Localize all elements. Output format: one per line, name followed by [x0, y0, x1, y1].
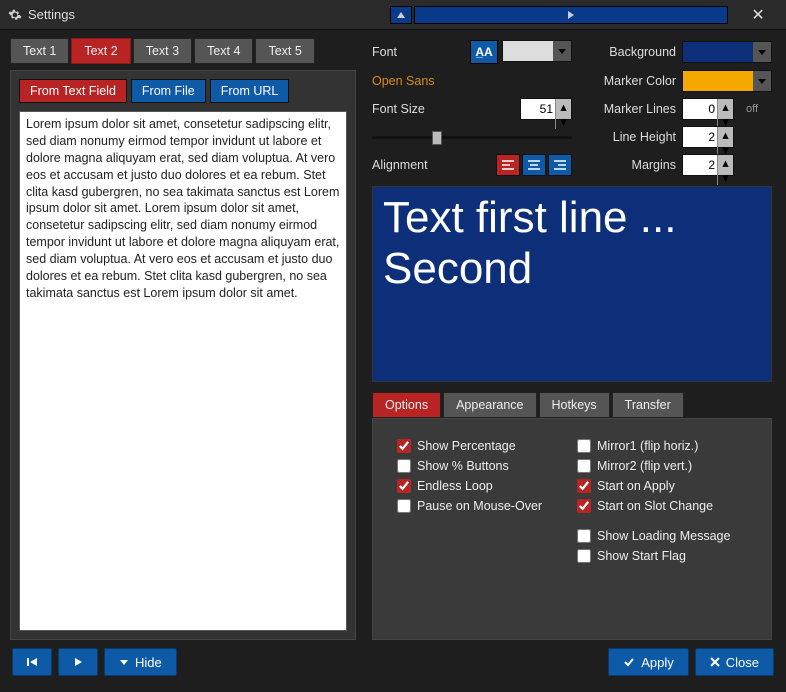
text-preview: Text first line ... Second: [372, 186, 772, 382]
from-url-button[interactable]: From URL: [210, 79, 290, 103]
align-center-button[interactable]: [522, 154, 546, 176]
step-up-icon[interactable]: ▴: [717, 127, 733, 142]
text-input[interactable]: [19, 111, 347, 631]
options-tabs: Options Appearance Hotkeys Transfer: [372, 392, 772, 418]
text-tabs: Text 1 Text 2 Text 3 Text 4 Text 5: [10, 38, 356, 64]
check-mirror2[interactable]: Mirror2 (flip vert.): [577, 459, 747, 473]
step-down-icon[interactable]: ▾: [717, 170, 733, 185]
check-show-percentage[interactable]: Show Percentage: [397, 439, 567, 453]
marker-lines-label: Marker Lines: [572, 102, 682, 116]
font-style-icon[interactable]: A̲A: [470, 40, 498, 64]
tab-text-2[interactable]: Text 2: [71, 38, 130, 64]
check-endless-loop[interactable]: Endless Loop: [397, 479, 567, 493]
tab-appearance[interactable]: Appearance: [443, 392, 536, 418]
font-size-label: Font Size: [372, 102, 462, 116]
options-panel: Show Percentage Show % Buttons Endless L…: [372, 418, 772, 640]
arrow-right-icon[interactable]: [414, 6, 729, 24]
selected-font-name: Open Sans: [372, 74, 572, 88]
tab-text-5[interactable]: Text 5: [255, 38, 314, 64]
play-button[interactable]: [58, 648, 98, 676]
alignment-label: Alignment: [372, 158, 462, 172]
step-down-icon[interactable]: ▾: [555, 114, 571, 129]
check-mirror1[interactable]: Mirror1 (flip horiz.): [577, 439, 747, 453]
tab-options[interactable]: Options: [372, 392, 441, 418]
marker-color-select[interactable]: [682, 70, 772, 92]
margins-stepper[interactable]: ▴▾: [682, 154, 734, 176]
close-button[interactable]: Close: [695, 648, 774, 676]
background-label: Background: [572, 45, 682, 59]
tab-transfer[interactable]: Transfer: [612, 392, 684, 418]
font-select[interactable]: [502, 40, 572, 62]
window-close-button[interactable]: ✕: [738, 0, 778, 30]
window-title: Settings: [28, 7, 75, 22]
marker-lines-state: off: [742, 103, 772, 115]
chevron-down-icon: [119, 657, 129, 667]
apply-button[interactable]: Apply: [608, 648, 689, 676]
chevron-down-icon: [753, 42, 771, 62]
close-icon: [710, 657, 720, 667]
step-up-icon[interactable]: ▴: [717, 155, 733, 170]
hide-button[interactable]: Hide: [104, 648, 177, 676]
step-up-icon[interactable]: ▴: [717, 99, 733, 114]
font-size-slider[interactable]: [372, 129, 572, 145]
tab-text-1[interactable]: Text 1: [10, 38, 69, 64]
check-show-loading[interactable]: Show Loading Message: [577, 529, 747, 543]
check-pause-hover[interactable]: Pause on Mouse-Over: [397, 499, 567, 513]
line-height-stepper[interactable]: ▴▾: [682, 126, 734, 148]
gear-icon: [8, 8, 22, 22]
marker-color-label: Marker Color: [572, 74, 682, 88]
line-height-label: Line Height: [572, 130, 682, 144]
tab-hotkeys[interactable]: Hotkeys: [539, 392, 610, 418]
margins-label: Margins: [572, 158, 682, 172]
footer: Hide Apply Close: [0, 640, 786, 684]
tab-text-4[interactable]: Text 4: [194, 38, 253, 64]
background-color-select[interactable]: [682, 41, 772, 63]
chevron-down-icon: [553, 41, 571, 61]
skip-back-button[interactable]: [12, 648, 52, 676]
font-size-stepper[interactable]: ▴▾: [520, 98, 572, 120]
step-up-icon[interactable]: ▴: [555, 99, 571, 114]
check-show-flag[interactable]: Show Start Flag: [577, 549, 747, 563]
check-icon: [623, 656, 635, 668]
align-right-button[interactable]: [548, 154, 572, 176]
title-bar: Settings ✕: [0, 0, 786, 30]
align-left-button[interactable]: [496, 154, 520, 176]
check-start-slot[interactable]: Start on Slot Change: [577, 499, 747, 513]
from-text-field-button[interactable]: From Text Field: [19, 79, 127, 103]
from-file-button[interactable]: From File: [131, 79, 206, 103]
font-label: Font: [372, 45, 462, 59]
marker-lines-stepper[interactable]: ▴▾: [682, 98, 734, 120]
check-show-pct-buttons[interactable]: Show % Buttons: [397, 459, 567, 473]
chevron-down-icon: [753, 71, 771, 91]
check-start-apply[interactable]: Start on Apply: [577, 479, 747, 493]
tab-text-3[interactable]: Text 3: [133, 38, 192, 64]
arrow-up-icon[interactable]: [390, 6, 412, 24]
